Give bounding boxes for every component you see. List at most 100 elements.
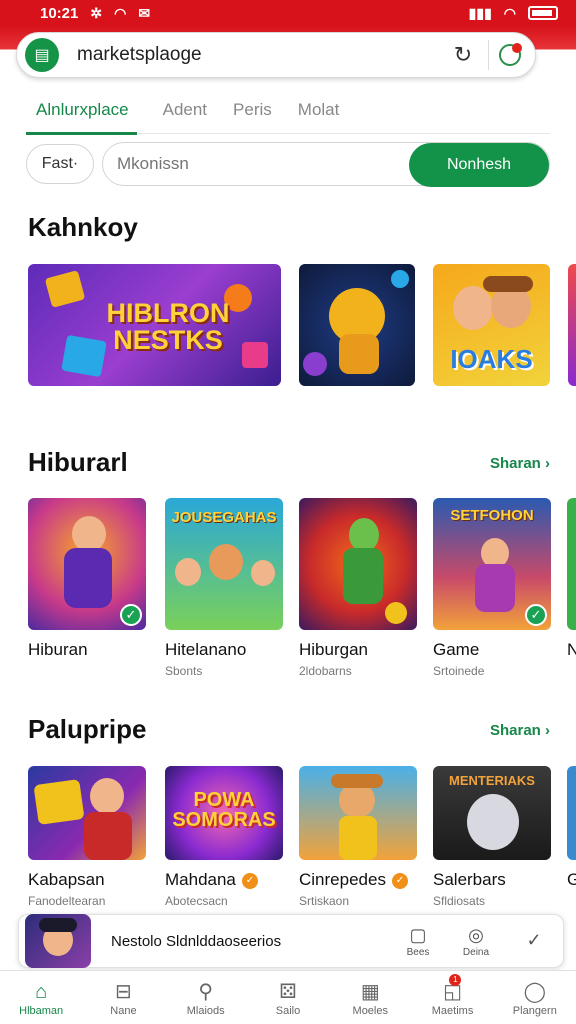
- wifi-icon: ◠: [114, 5, 127, 21]
- card-image-title: POWA SOMORAS: [172, 789, 276, 831]
- card-image-title: SETFOHON: [450, 507, 534, 524]
- address-text[interactable]: marketsplaoge: [77, 44, 448, 66]
- character-graphic: [453, 286, 493, 330]
- nav-item-grid[interactable]: ▦ Moeles: [329, 971, 411, 1024]
- nav-label: Mlaiods: [186, 1004, 225, 1017]
- nav-item-profile[interactable]: ◯ Plangern: [494, 971, 576, 1024]
- profile-icon: ◯: [523, 980, 547, 1003]
- card-title: Hiburan: [28, 640, 88, 659]
- game-card[interactable]: G: [567, 766, 576, 890]
- card-thumbnail: MENTERIAKS: [433, 766, 551, 860]
- nav-item-basket[interactable]: ⊟ Nane: [82, 971, 164, 1024]
- verified-icon: ✓: [525, 604, 547, 626]
- clipboard-button[interactable]: ▢ Bees: [389, 925, 447, 958]
- card-title: G: [567, 870, 576, 889]
- search-field[interactable]: Nonhesh: [102, 142, 550, 187]
- character-graphic: [84, 812, 132, 860]
- card-title: Cinrepedes ✓: [299, 870, 417, 890]
- section-title-entertainment: Hiburarl: [28, 447, 128, 477]
- game-card[interactable]: Kabapsan Fanodeltearan: [28, 766, 146, 908]
- character-graphic: [475, 564, 515, 612]
- see-all-link[interactable]: Sharan ›: [490, 722, 550, 739]
- character-graphic: [251, 560, 275, 586]
- search-button[interactable]: Nonhesh: [409, 143, 549, 187]
- hair-graphic: [39, 918, 77, 932]
- card-title: Salerbars: [433, 870, 506, 889]
- address-bar[interactable]: ▤ marketsplaoge ↻: [16, 32, 536, 78]
- nav-label: Moeles: [352, 1004, 388, 1017]
- hat-graphic: [331, 774, 383, 788]
- game-card[interactable]: SETFOHON ✓ Game Srtoinede: [433, 498, 551, 678]
- card-thumbnail: [299, 766, 417, 860]
- store-icon: ▤: [25, 38, 59, 72]
- nav-item-dice[interactable]: ⚄ Sailo: [247, 971, 329, 1024]
- character-graphic: [175, 558, 201, 586]
- card-subtitle: 2ldobarns: [299, 664, 352, 678]
- card-subtitle: Abotecsacn: [165, 894, 228, 908]
- game-card[interactable]: MENTERIAKS Salerbars Sfldiosats: [433, 766, 551, 908]
- card-title-text: Cinrepedes: [299, 870, 386, 889]
- featured-banner[interactable]: [299, 264, 415, 386]
- section-title-popular: Palupripe: [28, 714, 147, 744]
- clipboard-icon: ▢: [409, 924, 427, 945]
- basket-icon: ⊟: [115, 980, 132, 1003]
- check-button[interactable]: ✓: [505, 930, 563, 952]
- now-playing-bar[interactable]: Nestolo Sldnlddaoseerios ▢ Bees ◎ Deina …: [18, 914, 564, 968]
- tab-marketplace[interactable]: Alnlurxplace: [26, 86, 137, 135]
- character-graphic: [90, 778, 124, 814]
- tab-peris[interactable]: Peris: [233, 86, 272, 134]
- featured-banner[interactable]: HIBLRON NESTKS: [28, 264, 281, 386]
- gamepad-button[interactable]: ◎ Deina: [447, 925, 505, 958]
- verified-icon: ✓: [120, 604, 142, 626]
- nav-item-messages[interactable]: ◱ 1 Maetims: [411, 971, 493, 1024]
- address-divider: [488, 40, 489, 70]
- featured-banner[interactable]: [568, 264, 576, 386]
- card-title: Hitelanano: [165, 640, 247, 659]
- now-playing-thumbnail: [25, 914, 91, 968]
- logo-graphic: [33, 778, 85, 826]
- game-card[interactable]: POWA SOMORAS Mahdana ✓ Abotecsacn: [165, 766, 283, 908]
- card-title: Mahdana ✓: [165, 870, 283, 890]
- card-subtitle: Fanodeltearan: [28, 894, 106, 908]
- game-card[interactable]: Cinrepedes ✓ Srtiskaon: [299, 766, 417, 908]
- card-title-text: Mahdana: [165, 870, 236, 889]
- nav-item-home[interactable]: ⌂ Hlbaman: [0, 971, 82, 1024]
- settings-icon: ✲: [90, 5, 103, 21]
- filter-row: Fast· Nonhesh: [26, 142, 550, 187]
- featured-carousel[interactable]: HIBLRON NESTKS IOAKS: [28, 264, 576, 386]
- nav-item-search[interactable]: ⚲ Mlaiods: [165, 971, 247, 1024]
- character-graphic: [64, 548, 112, 608]
- card-thumbnail: [567, 766, 576, 860]
- reload-icon[interactable]: ↻: [448, 42, 478, 68]
- character-graphic: [467, 794, 519, 850]
- battery-icon: [528, 6, 558, 20]
- character-graphic: [339, 816, 377, 860]
- see-all-link[interactable]: Sharan ›: [490, 455, 550, 472]
- card-thumbnail: [299, 498, 417, 630]
- check-circle-icon: ✓: [526, 930, 542, 950]
- game-card[interactable]: JOUSEGAHAS Hitelanano Sbonts: [165, 498, 283, 678]
- featured-banner-title: HIBLRON NESTKS: [106, 298, 230, 355]
- search-input[interactable]: [117, 154, 367, 174]
- card-subtitle: Sfldiosats: [433, 894, 486, 908]
- gem-graphic: [303, 352, 327, 376]
- grid-icon: ▦: [360, 980, 380, 1003]
- shield-icon[interactable]: [499, 43, 522, 66]
- gamepad-icon: ◎: [468, 924, 484, 945]
- signal-icon: ▮▮▮: [468, 5, 492, 21]
- filter-dropdown[interactable]: Fast·: [26, 144, 94, 184]
- featured-banner-title: IOAKS: [450, 344, 533, 374]
- tab-adent[interactable]: Adent: [163, 86, 207, 134]
- featured-banner[interactable]: IOAKS: [433, 264, 550, 386]
- game-card[interactable]: N: [567, 498, 576, 660]
- card-thumbnail: ✓: [28, 498, 146, 630]
- card-title: N: [567, 640, 576, 659]
- gem-graphic: [391, 270, 409, 288]
- category-tabs: Alnlurxplace Adent Peris Molat: [26, 86, 550, 135]
- gem-graphic: [44, 270, 86, 308]
- tab-molat[interactable]: Molat: [298, 86, 340, 134]
- game-card[interactable]: Hiburgan 2ldobarns: [299, 498, 417, 678]
- game-card[interactable]: ✓ Hiburan: [28, 498, 146, 664]
- now-playing-title: Nestolo Sldnlddaoseerios: [111, 932, 282, 950]
- card-thumbnail: JOUSEGAHAS: [165, 498, 283, 630]
